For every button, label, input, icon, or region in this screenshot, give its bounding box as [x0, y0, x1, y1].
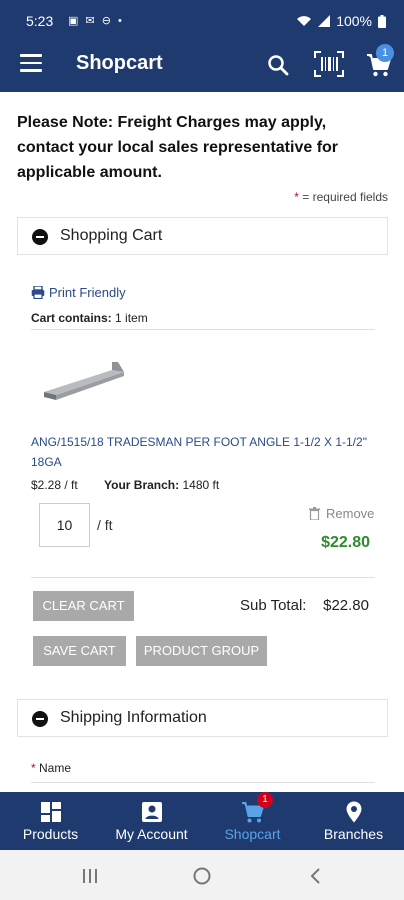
- subtotal-value: $22.80: [323, 597, 369, 614]
- barcode-scan-icon[interactable]: [314, 51, 344, 77]
- nav-products[interactable]: Products: [0, 792, 101, 850]
- trash-icon: [309, 507, 320, 520]
- shopping-cart-section-header[interactable]: Shopping Cart: [17, 217, 388, 255]
- nav-label: Branches: [323, 826, 384, 842]
- collapse-icon: [32, 229, 48, 245]
- section-title: Shipping Information: [60, 709, 207, 726]
- system-nav-bar: [0, 850, 404, 900]
- battery-text: 100%: [336, 13, 372, 29]
- nav-shopcart[interactable]: Shopcart: [202, 792, 303, 850]
- home-icon[interactable]: [192, 866, 212, 886]
- branch-label: Your Branch:: [104, 478, 180, 492]
- cart-count-badge: 1: [376, 44, 394, 62]
- remove-label: Remove: [326, 506, 375, 521]
- bottom-nav: Products My Account Shopcart Branches: [0, 792, 404, 850]
- app-bar: Shopcart: [0, 38, 404, 92]
- nav-label: Products: [22, 826, 79, 842]
- branch-stock: Your Branch: 1480 ft: [104, 478, 219, 492]
- freight-notice: Please Note: Freight Charges may apply, …: [17, 114, 339, 181]
- battery-icon: [378, 14, 386, 28]
- nav-label: Shopcart: [224, 826, 281, 842]
- required-star: *: [31, 761, 36, 775]
- menu-icon[interactable]: [20, 54, 42, 72]
- divider: [31, 577, 375, 578]
- name-field-top-border: [31, 782, 375, 783]
- status-time: 5:23: [26, 13, 54, 29]
- print-friendly-label: Print Friendly: [49, 285, 126, 300]
- required-fields-note: * = required fields: [294, 190, 388, 204]
- branch-value: 1480 ft: [182, 478, 220, 492]
- section-title: Shopping Cart: [60, 227, 163, 244]
- name-label-text: Name: [39, 761, 72, 775]
- cart-contains-label: Cart contains:: [31, 311, 112, 325]
- product-name-link[interactable]: ANG/1515/18 TRADESMAN PER FOOT ANGLE 1-1…: [31, 432, 376, 472]
- quantity-input[interactable]: 10: [39, 503, 90, 547]
- print-friendly-link[interactable]: Print Friendly: [31, 285, 126, 300]
- nav-my-account[interactable]: My Account: [101, 792, 202, 850]
- printer-icon: [31, 286, 45, 299]
- nav-branches[interactable]: Branches: [303, 792, 404, 850]
- recent-apps-icon[interactable]: [80, 866, 100, 886]
- account-icon: [141, 802, 162, 822]
- wifi-icon: [297, 16, 312, 26]
- shipping-info-section-header[interactable]: Shipping Information: [17, 699, 388, 737]
- subtotal-label: Sub Total:: [240, 597, 307, 614]
- nav-label: My Account: [115, 826, 188, 842]
- divider: [31, 329, 375, 330]
- product-image[interactable]: [42, 362, 126, 402]
- cart-contains: Cart contains: 1 item: [31, 311, 148, 325]
- search-icon[interactable]: [266, 53, 290, 77]
- status-right: 100%: [296, 13, 386, 29]
- clear-cart-button[interactable]: CLEAR CART: [33, 591, 134, 621]
- signal-icon: [318, 15, 331, 27]
- status-bar: 5:23 ▣ ✉ ⊖ • 100%: [0, 0, 404, 38]
- back-icon[interactable]: [306, 866, 326, 886]
- required-star: *: [294, 190, 299, 204]
- grid-icon: [40, 802, 61, 822]
- app-title: Shopcart: [76, 52, 163, 74]
- shopcart-nav-badge: 1: [257, 792, 273, 808]
- location-pin-icon: [346, 801, 361, 823]
- remove-item-button[interactable]: Remove: [309, 506, 374, 521]
- quantity-unit: / ft: [97, 517, 113, 533]
- shopcart-content: Please Note: Freight Charges may apply, …: [0, 92, 404, 792]
- collapse-icon: [32, 711, 48, 727]
- product-group-button[interactable]: PRODUCT GROUP: [136, 636, 267, 666]
- notification-icons: ▣ ✉ ⊖ •: [68, 15, 124, 27]
- save-cart-button[interactable]: SAVE CART: [33, 636, 126, 666]
- line-total: $22.80: [321, 534, 370, 551]
- unit-price: $2.28 / ft: [31, 478, 78, 492]
- required-text: = required fields: [302, 190, 388, 204]
- name-field-label: * Name: [31, 761, 71, 775]
- cart-contains-value: 1 item: [115, 311, 148, 325]
